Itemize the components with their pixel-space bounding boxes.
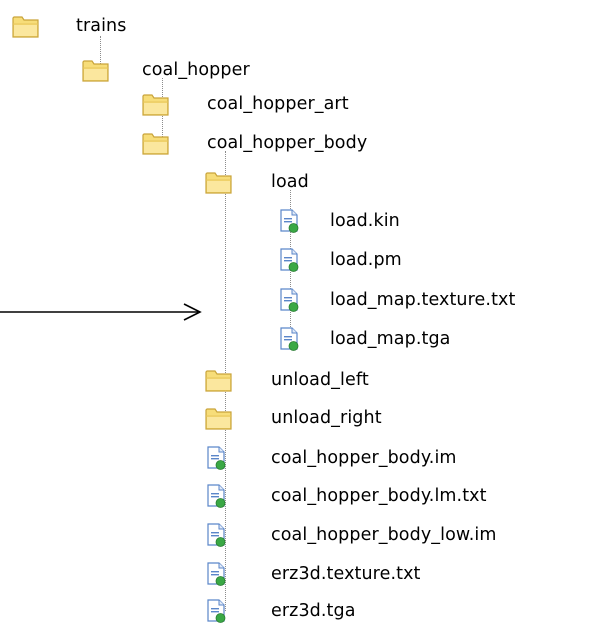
- tree-node-label: erz3d.texture.txt: [271, 564, 421, 584]
- file-icon: [205, 446, 227, 474]
- tree-node-label: load: [271, 172, 309, 192]
- folder-icon: [82, 59, 109, 87]
- file-icon: [278, 209, 300, 237]
- arrow-head: [183, 303, 202, 321]
- tree-node-label: coal_hopper_body.im: [271, 448, 457, 468]
- file-icon: [278, 327, 300, 355]
- file-icon: [205, 484, 227, 512]
- tree-node-label: coal_hopper: [142, 60, 250, 80]
- folder-icon: [205, 407, 232, 435]
- tree-node-label: coal_hopper_art: [207, 94, 349, 114]
- file-tree: trains coal_hopper coal_hopper_art coal_hop…: [0, 0, 592, 632]
- folder-icon: [12, 15, 39, 43]
- tree-node-label: trains: [76, 16, 127, 36]
- file-icon: [205, 599, 227, 627]
- folder-icon: [205, 171, 232, 199]
- folder-icon: [142, 132, 169, 160]
- tree-node-label: load_map.tga: [330, 329, 451, 349]
- tree-node-label: coal_hopper_body_low.im: [271, 525, 497, 545]
- folder-icon: [142, 93, 169, 121]
- tree-node-label: erz3d.tga: [271, 601, 356, 621]
- tree-node-label: coal_hopper_body: [207, 133, 368, 153]
- tree-node-label: unload_right: [271, 408, 382, 428]
- file-icon: [278, 248, 300, 276]
- file-icon: [278, 288, 300, 316]
- tree-node-label: load.pm: [330, 250, 402, 270]
- file-icon: [205, 523, 227, 551]
- tree-node-label: load_map.texture.txt: [330, 290, 516, 310]
- file-icon: [205, 562, 227, 590]
- tree-node-label: coal_hopper_body.lm.txt: [271, 486, 487, 506]
- tree-node-label: unload_left: [271, 370, 369, 390]
- tree-node-label: load.kin: [330, 211, 400, 231]
- folder-icon: [205, 369, 232, 397]
